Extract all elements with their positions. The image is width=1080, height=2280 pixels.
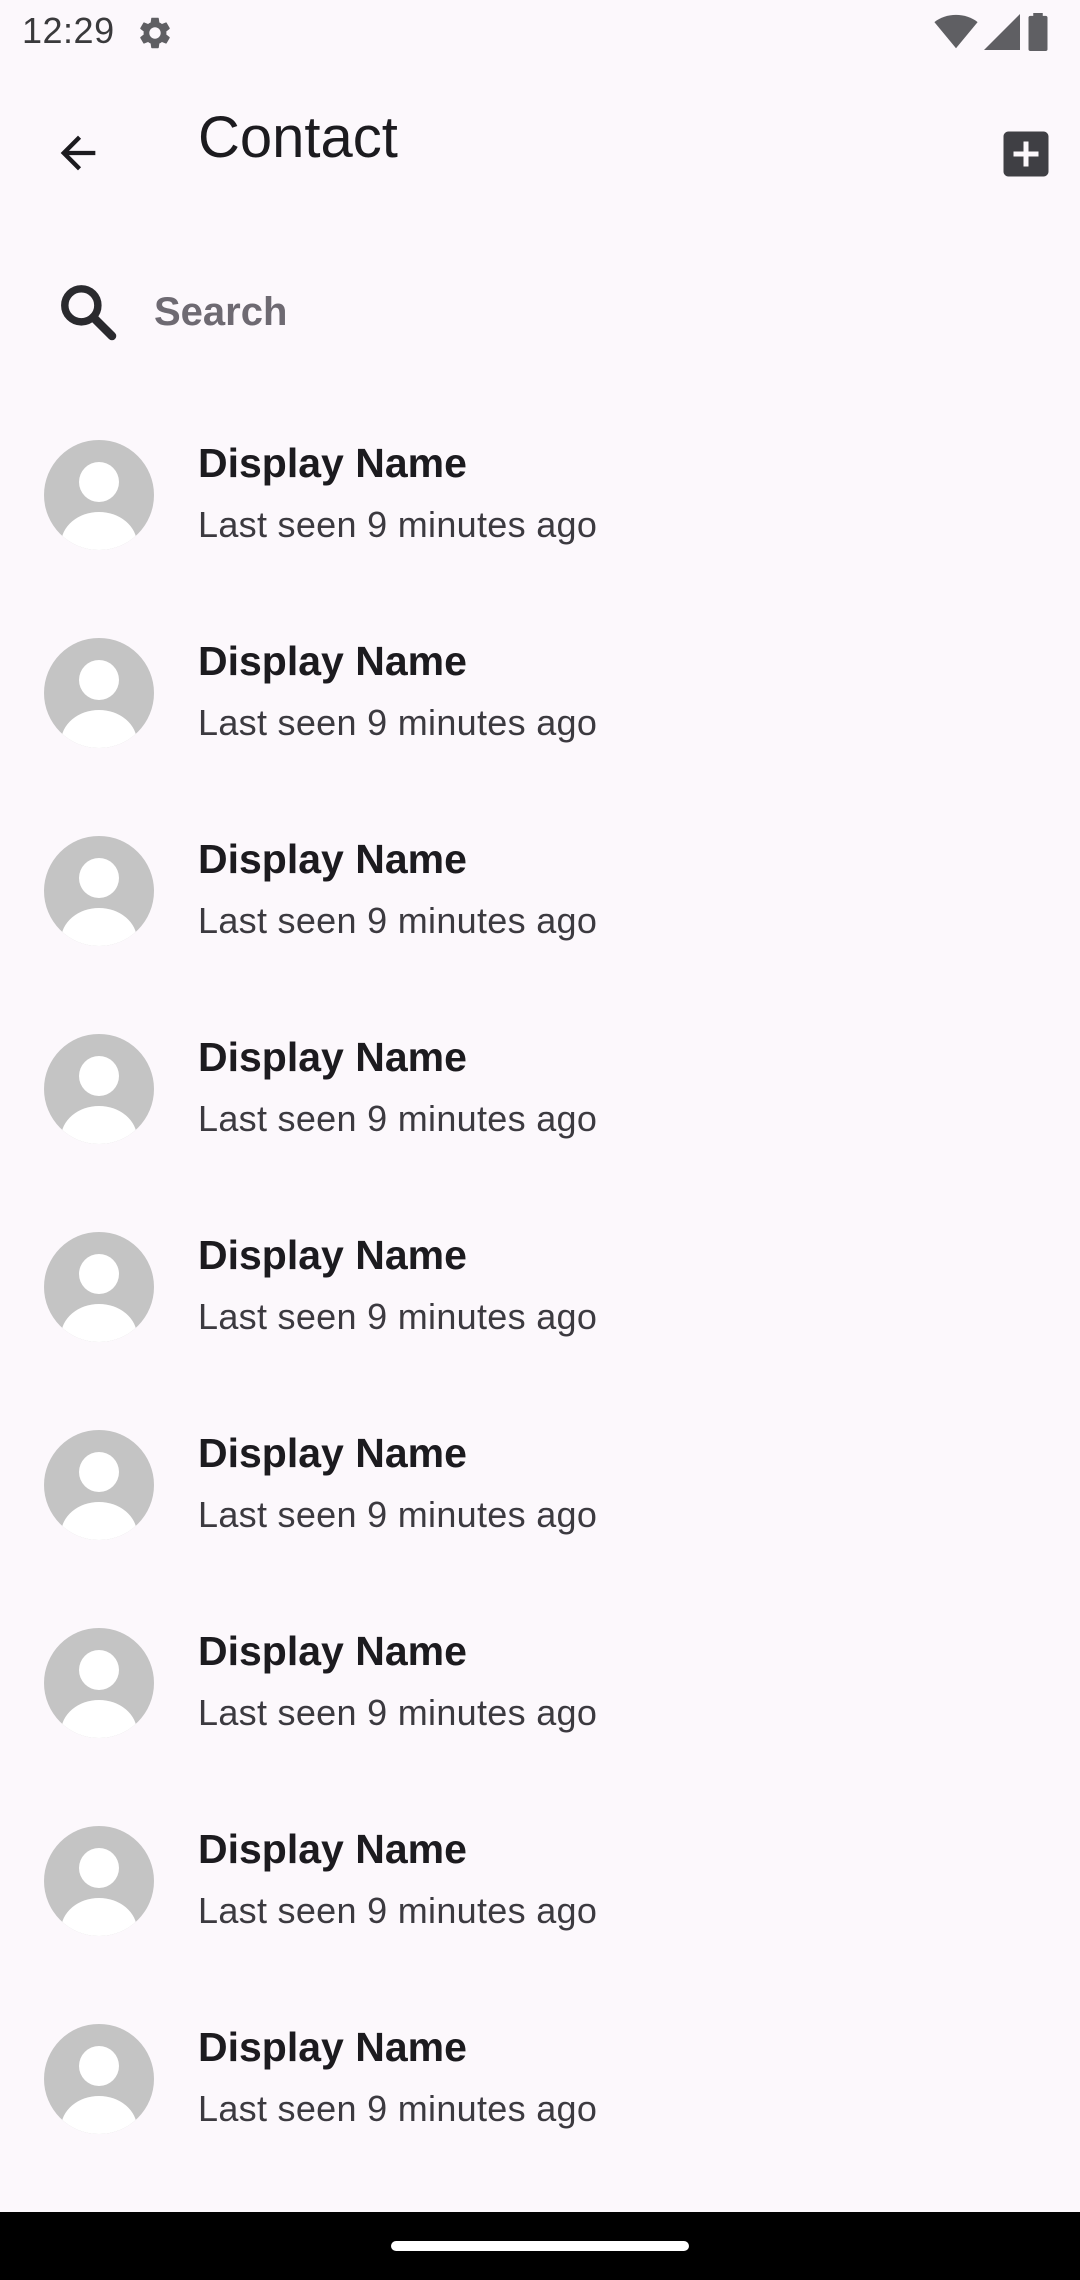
contact-last-seen: Last seen 9 minutes ago xyxy=(198,900,598,941)
contact-name: Display Name xyxy=(198,1826,467,1872)
contact-name: Display Name xyxy=(198,1430,467,1476)
cellular-signal-icon xyxy=(984,14,1020,50)
list-item[interactable]: Display Name Last seen 9 minutes ago xyxy=(0,806,1080,1004)
avatar xyxy=(44,836,154,946)
list-item[interactable]: Display Name Last seen 9 minutes ago xyxy=(0,1004,1080,1202)
list-item[interactable]: Display Name Last seen 9 minutes ago xyxy=(0,1994,1080,2192)
app-bar: Contact xyxy=(0,66,1080,216)
contact-last-seen: Last seen 9 minutes ago xyxy=(198,1098,598,1139)
person-icon xyxy=(61,1056,137,1144)
list-item[interactable]: Display Name Last seen 9 minutes ago xyxy=(0,1598,1080,1796)
person-icon xyxy=(61,462,137,550)
search-input[interactable] xyxy=(154,274,1034,350)
home-gesture-handle[interactable] xyxy=(391,2241,689,2251)
status-time: 12:29 xyxy=(22,10,115,51)
search-bar xyxy=(0,256,1080,366)
person-icon xyxy=(61,1650,137,1738)
page-title: Contact xyxy=(198,105,398,170)
list-item[interactable]: Display Name Last seen 9 minutes ago xyxy=(0,1202,1080,1400)
person-icon xyxy=(61,1452,137,1540)
contact-last-seen: Last seen 9 minutes ago xyxy=(198,504,598,545)
person-icon xyxy=(61,1848,137,1936)
avatar xyxy=(44,440,154,550)
avatar xyxy=(44,1826,154,1936)
contact-name: Display Name xyxy=(198,440,467,486)
list-item[interactable]: Display Name Last seen 9 minutes ago xyxy=(0,608,1080,806)
person-icon xyxy=(61,1254,137,1342)
gear-icon xyxy=(140,17,170,49)
list-item[interactable]: Display Name Last seen 9 minutes ago xyxy=(0,1796,1080,1994)
contact-screen: 12:29 Contact Search Display Name Last s… xyxy=(0,0,1080,2280)
list-item[interactable]: Display Name Last seen 9 minutes ago xyxy=(0,410,1080,608)
system-nav-bar xyxy=(0,2212,1080,2280)
contact-last-seen: Last seen 9 minutes ago xyxy=(198,1296,598,1337)
person-icon xyxy=(61,660,137,748)
contact-name: Display Name xyxy=(198,1034,467,1080)
search-icon xyxy=(61,285,117,341)
battery-icon xyxy=(1028,13,1048,51)
status-icons xyxy=(934,12,1050,52)
avatar xyxy=(44,1628,154,1738)
add-box-icon xyxy=(1003,131,1049,177)
contact-name: Display Name xyxy=(198,638,467,684)
person-icon xyxy=(61,2046,137,2134)
avatar xyxy=(44,1430,154,1540)
person-icon xyxy=(61,858,137,946)
add-contact-button[interactable] xyxy=(986,114,1066,194)
back-button[interactable] xyxy=(34,109,122,197)
avatar xyxy=(44,2024,154,2134)
contact-name: Display Name xyxy=(198,1628,467,1674)
contact-name: Display Name xyxy=(198,836,467,882)
contact-last-seen: Last seen 9 minutes ago xyxy=(198,702,598,743)
contact-last-seen: Last seen 9 minutes ago xyxy=(198,1890,598,1931)
contact-list: Display Name Last seen 9 minutes ago Dis… xyxy=(0,410,1080,2192)
status-bar: 12:29 xyxy=(0,0,1080,66)
contact-last-seen: Last seen 9 minutes ago xyxy=(198,1494,598,1535)
contact-name: Display Name xyxy=(198,2024,467,2070)
avatar xyxy=(44,638,154,748)
avatar xyxy=(44,1232,154,1342)
arrow-back-icon xyxy=(60,135,96,171)
contact-last-seen: Last seen 9 minutes ago xyxy=(198,1692,598,1733)
wifi-icon xyxy=(934,14,978,49)
avatar xyxy=(44,1034,154,1144)
contact-name: Display Name xyxy=(198,1232,467,1278)
contact-last-seen: Last seen 9 minutes ago xyxy=(198,2088,598,2129)
list-item[interactable]: Display Name Last seen 9 minutes ago xyxy=(0,1400,1080,1598)
